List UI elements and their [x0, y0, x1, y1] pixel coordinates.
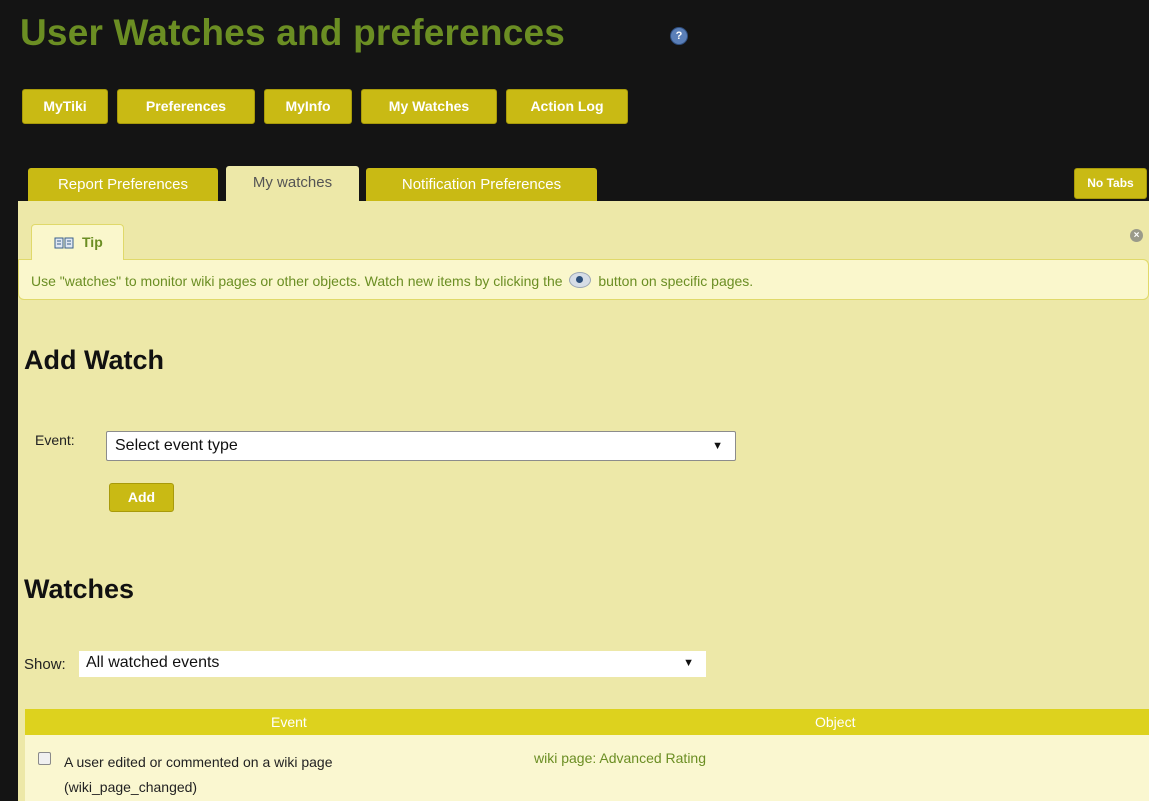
add-watch-heading: Add Watch [24, 345, 164, 375]
watches-heading: Watches [24, 574, 135, 604]
nav-button-mytiki[interactable]: MyTiki [22, 89, 108, 124]
tip-text: Use "watches" to monitor wiki pages or o… [31, 272, 754, 289]
tip-box: Use "watches" to monitor wiki pages or o… [18, 259, 1149, 300]
nav-button-myinfo[interactable]: MyInfo [264, 89, 352, 124]
book-icon [54, 237, 74, 249]
show-filter-select[interactable]: All watched events ▼ [79, 651, 706, 677]
tab-report-preferences[interactable]: Report Preferences [28, 168, 218, 201]
table-row: A user edited or commented on a wiki pag… [25, 735, 1149, 801]
event-label: Event: [35, 432, 75, 448]
event-type-select[interactable]: Select event type ▼ [106, 431, 736, 461]
dropdown-arrow-icon: ▼ [683, 657, 694, 669]
event-cell: A user edited or commented on a wiki pag… [64, 754, 333, 795]
column-header-event[interactable]: Event [271, 714, 307, 730]
eye-icon [569, 272, 592, 288]
row-checkbox[interactable] [38, 752, 51, 765]
watches-table-header: Event Object [25, 709, 1149, 735]
no-tabs-button[interactable]: No Tabs [1074, 168, 1147, 199]
page-title: User Watches and preferences [20, 12, 566, 53]
tab-my-watches[interactable]: My watches [226, 166, 359, 201]
dropdown-arrow-icon: ▼ [712, 440, 723, 452]
tip-title: Tip [82, 234, 103, 250]
nav-button-my-watches[interactable]: My Watches [361, 89, 497, 124]
nav-button-action-log[interactable]: Action Log [506, 89, 628, 124]
nav-button-preferences[interactable]: Preferences [117, 89, 255, 124]
close-icon[interactable]: × [1130, 229, 1143, 242]
tab-notification-preferences[interactable]: Notification Preferences [366, 168, 597, 201]
column-header-object[interactable]: Object [815, 714, 855, 730]
show-label: Show: [24, 656, 66, 673]
tip-tab: Tip [31, 224, 124, 260]
help-icon[interactable]: ? [670, 27, 688, 45]
add-button[interactable]: Add [109, 483, 174, 512]
object-link[interactable]: wiki page: Advanced Rating [534, 750, 706, 766]
